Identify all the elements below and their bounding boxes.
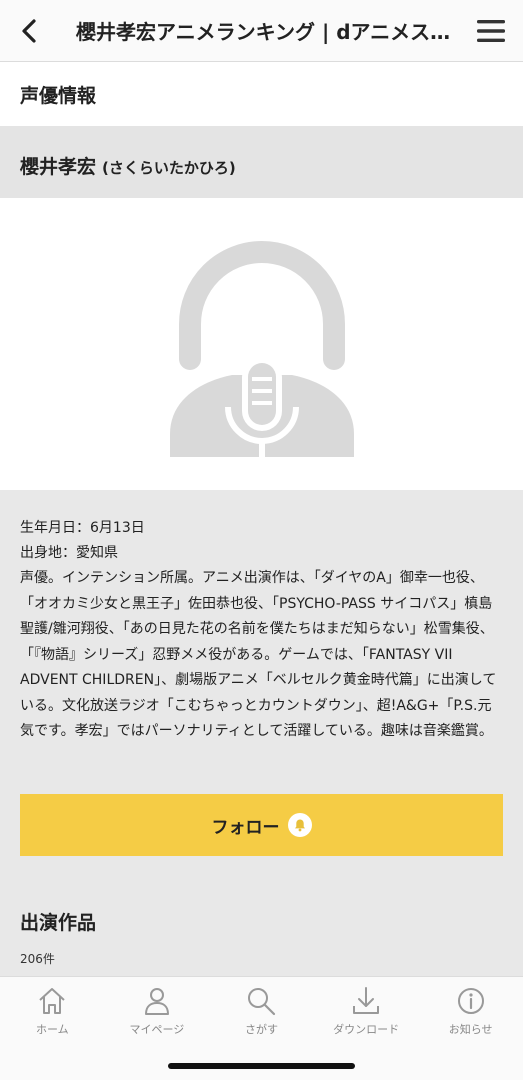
section-title: 声優情報 [0, 62, 523, 126]
bottom-tab-bar: ホーム マイページ さがす ダウンロード お知らせ [0, 976, 523, 1080]
actor-image [0, 198, 523, 490]
tab-download[interactable]: ダウンロード [314, 985, 419, 1043]
chevron-left-icon [22, 18, 36, 43]
back-button[interactable] [0, 0, 60, 62]
tab-home[interactable]: ホーム [0, 985, 105, 1043]
actor-bio: 声優。インテンション所属。アニメ出演作は、「ダイヤのA」御幸一也役、「オオカミ少… [20, 570, 497, 739]
user-icon [144, 988, 169, 1015]
voice-actor-placeholder-icon [169, 241, 354, 459]
home-indicator [168, 1063, 355, 1069]
birthday: 生年月日：6月13日 [20, 520, 145, 536]
tab-label: さがす [244, 1023, 278, 1036]
tab-label: お知らせ [448, 1023, 493, 1036]
bell-icon [287, 813, 312, 837]
page-title: 櫻井孝宏アニメランキング | dアニメストア [76, 20, 459, 44]
actor-name-bar: 櫻井孝宏 (さくらいたかひろ) [0, 126, 523, 198]
menu-button[interactable] [459, 0, 523, 62]
actor-info: 生年月日：6月13日 出身地：愛知県 声優。インテンション所属。アニメ出演作は、… [0, 490, 523, 976]
tab-mypage[interactable]: マイページ [105, 985, 210, 1043]
works-count: 206件 [20, 952, 55, 966]
home-icon [39, 988, 65, 1014]
download-icon [353, 987, 380, 1014]
tab-search[interactable]: さがす [209, 985, 314, 1043]
search-icon [248, 988, 276, 1016]
birthplace: 出身地：愛知県 [20, 545, 118, 561]
app-header: 櫻井孝宏アニメランキング | dアニメストア [0, 0, 523, 62]
follow-button[interactable]: フォロー [20, 794, 503, 856]
actor-name: 櫻井孝宏 [20, 156, 97, 178]
tab-label: マイページ [129, 1023, 185, 1036]
tab-notifications[interactable]: お知らせ [418, 985, 523, 1043]
tab-label: ホーム [35, 1023, 69, 1036]
works-title: 出演作品 [20, 912, 97, 934]
follow-label: フォロー [211, 817, 280, 838]
actor-kana: (さくらいたかひろ) [102, 159, 236, 177]
info-icon [457, 988, 484, 1014]
tab-label: ダウンロード [333, 1023, 400, 1036]
hamburger-menu-icon [477, 19, 505, 42]
